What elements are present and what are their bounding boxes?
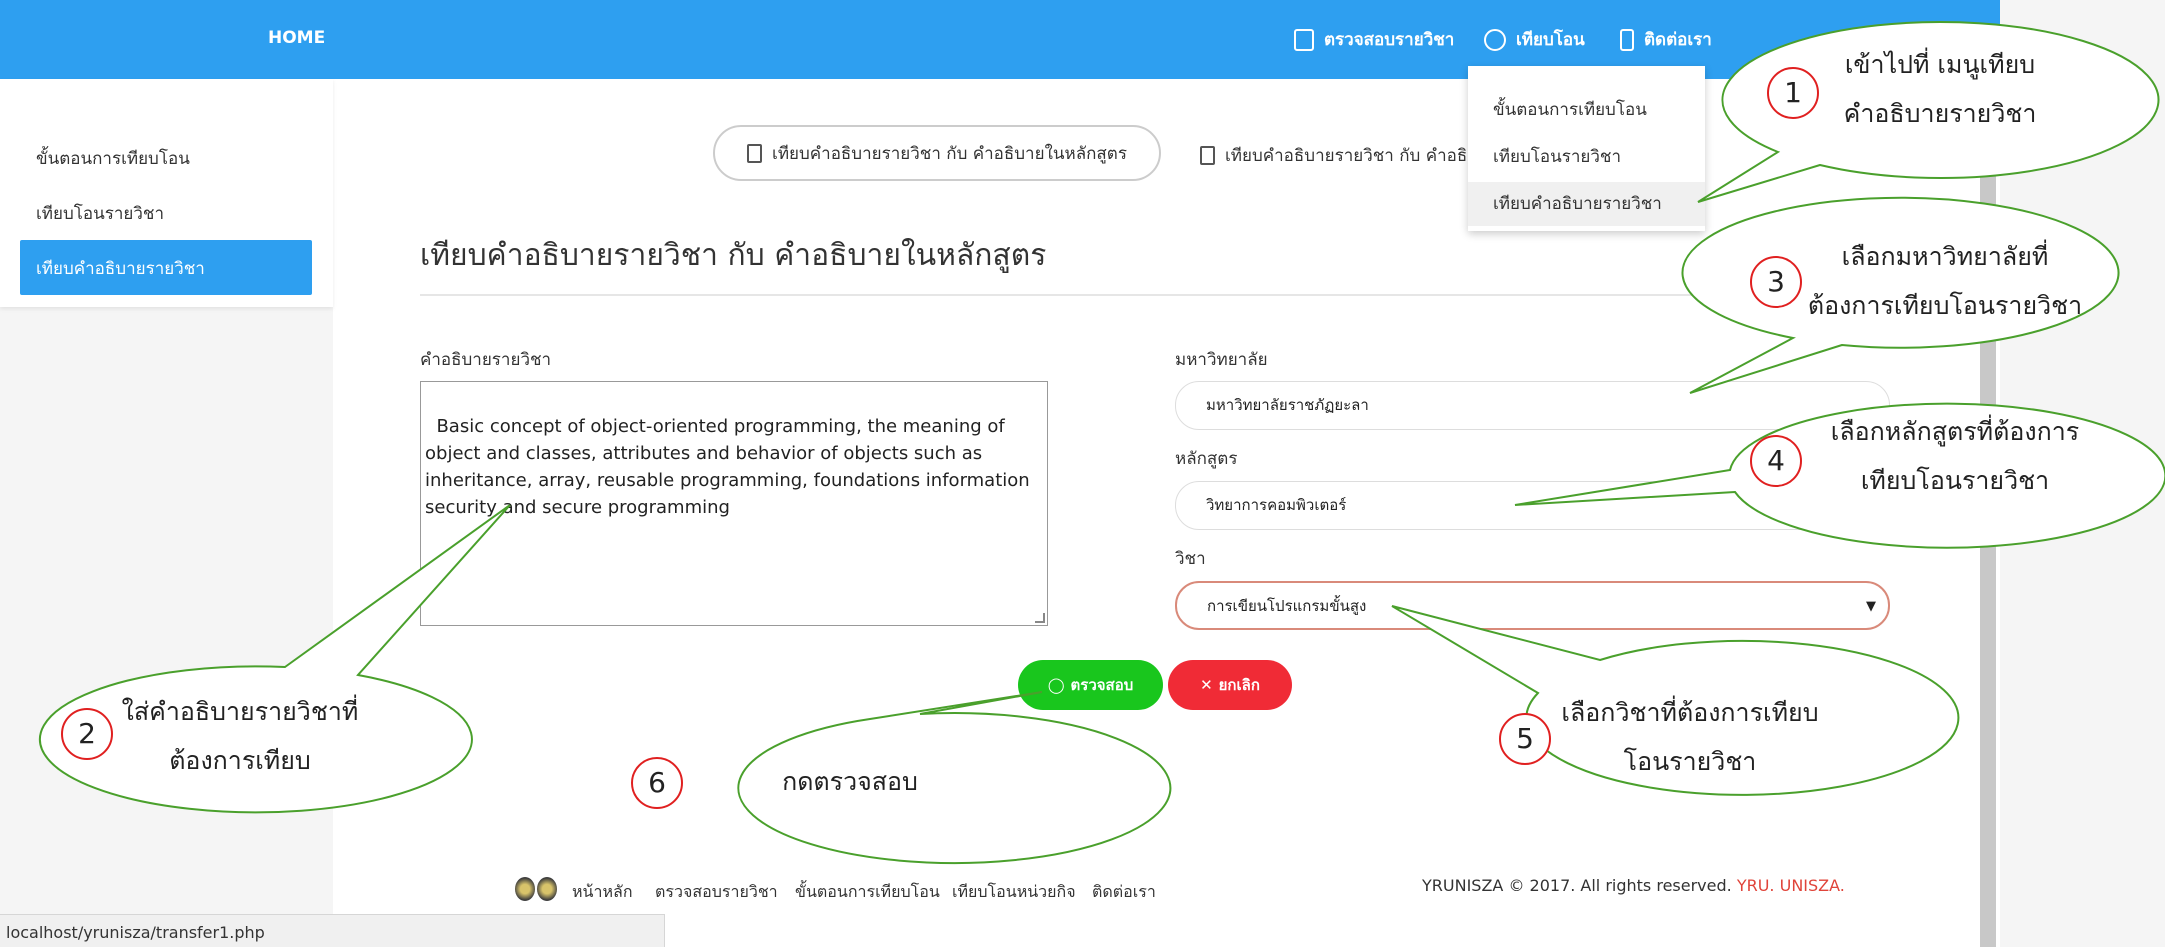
annotation-line: ใส่คำอธิบายรายวิชาที่ <box>121 697 359 726</box>
annotation-line: เลือกวิชาที่ต้องการเทียบ <box>1561 698 1819 727</box>
annotation-number-4: 4 <box>1750 435 1802 487</box>
annotation-line: ต้องการเทียบโอนรายวิชา <box>1807 291 2083 320</box>
annotation-line: เลือกหลักสูตรที่ต้องการ <box>1830 417 2080 446</box>
annotation-line: เข้าไปที่ เมนูเทียบ <box>1844 50 2036 79</box>
annotation-text-6: กดตรวจสอบ <box>700 757 1000 806</box>
annotation-number-3: 3 <box>1750 256 1802 308</box>
annotation-line: คำอธิบายรายวิชา <box>1843 99 2037 128</box>
annotation-text-2: ใส่คำอธิบายรายวิชาที่ ต้องการเทียบ <box>105 687 375 785</box>
annotation-line: ต้องการเทียบ <box>169 746 311 775</box>
annotation-text-3: เลือกมหาวิทยาลัยที่ ต้องการเทียบโอนรายวิ… <box>1800 232 2090 330</box>
annotation-line: โอนรายวิชา <box>1623 747 1757 776</box>
annotation-text-5: เลือกวิชาที่ต้องการเทียบ โอนรายวิชา <box>1545 688 1835 786</box>
annotation-line: เทียบโอนรายวิชา <box>1860 466 2050 495</box>
annotation-line: เลือกมหาวิทยาลัยที่ <box>1841 242 2049 271</box>
annotation-line: กดตรวจสอบ <box>782 767 918 796</box>
annotation-text-1: เข้าไปที่ เมนูเทียบ คำอธิบายรายวิชา <box>1820 40 2060 138</box>
annotation-number-5: 5 <box>1499 713 1551 765</box>
annotation-number-1: 1 <box>1767 67 1819 119</box>
annotation-text-4: เลือกหลักสูตรที่ต้องการ เทียบโอนรายวิชา <box>1805 407 2105 505</box>
annotation-number-6: 6 <box>631 757 683 809</box>
